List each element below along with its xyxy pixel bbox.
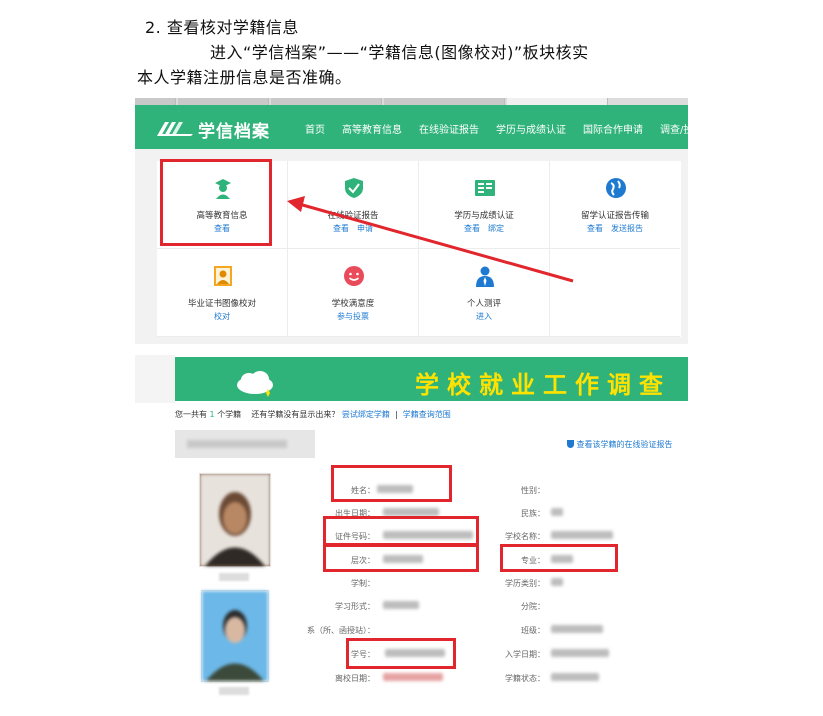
apply-link[interactable]: 申请 [357,224,373,233]
label-class: 班级： [521,626,545,635]
label-enroll-date: 入学日期： [505,650,545,659]
separator: | [395,410,398,419]
query-scope-link[interactable]: 学籍查询范围 [403,410,451,419]
record-count: 1 [209,410,215,419]
highlight-box-major [500,544,618,572]
value-class [551,625,603,633]
value-category [551,578,563,586]
service-name: 学历与成绩认证 [454,211,514,221]
verify-link-text: 查看该学籍的在线验证报告 [576,440,673,449]
service-degree-cert[interactable]: 学历与成绩认证 查看 绑定 [419,161,550,249]
view-verification-report-link[interactable]: 查看该学籍的在线验证报告 [567,439,673,450]
browser-tab [271,98,382,105]
service-personal-assessment[interactable]: 个人测评 进入 [419,249,550,337]
section-heading: 2. 查看核对学籍信息 [145,18,299,37]
browser-tab [178,98,269,105]
value-enroll-date [551,649,609,657]
globe-icon [606,178,626,198]
label-school: 学校名称： [505,532,545,541]
label-duration: 学制： [351,579,375,588]
instruction-line-1: 进入“学信档案”——“学籍信息(图像校对)”板块核实 [210,43,589,62]
service-name: 留学认证报告传输 [580,211,649,221]
label-ethnicity: 民族： [521,509,545,518]
proofread-link[interactable]: 校对 [214,312,230,321]
bind-link[interactable]: 绑定 [488,224,504,233]
label-department: 系（所、函授站）： [307,626,375,635]
missing-record-text: 还有学籍没有显示出来？ [251,410,340,419]
nav-home[interactable]: 首页 [305,121,325,136]
highlight-box-id-number [323,516,479,546]
service-name: 个人测评 [466,299,501,309]
enter-link[interactable]: 进入 [476,312,492,321]
enrollment-photo [199,473,271,567]
highlight-box-level [323,544,479,572]
book-logo-icon [157,122,193,136]
count-prefix: 您一共有 [175,410,207,419]
service-name: 毕业证书图像校对 [187,299,256,309]
label-status: 学籍状态： [505,674,545,683]
nav-higher-edu[interactable]: 高等教育信息 [342,121,402,136]
person-icon [476,266,494,287]
label-branch: 分院： [521,602,545,611]
portal-screenshot: 学信档案 首页 高等教育信息 在线验证报告 学历与成绩认证 国际合作申请 调查/… [135,98,688,344]
view-link[interactable]: 查看 [333,224,349,233]
shield-check-icon [345,178,363,198]
send-report-link[interactable]: 发送报告 [611,224,643,233]
service-overseas-report[interactable]: 留学认证报告传输 查看 发送报告 [550,161,680,249]
vote-link[interactable]: 参与投票 [337,312,369,321]
count-suffix: 个学籍 [217,410,242,419]
graduation-photo [201,590,269,682]
label-leave-date: 离校日期： [335,674,375,683]
banner-title: 学校就业工作调查 [415,371,671,399]
nav-degree-cert[interactable]: 学历与成绩认证 [496,121,566,136]
browser-tab [507,98,608,105]
label-gender: 性别： [521,486,545,495]
main-nav: 首页 高等教育信息 在线验证报告 学历与成绩认证 国际合作申请 调查/投票 [305,121,688,136]
service-name: 在线验证报告 [327,211,379,221]
survey-banner[interactable]: 学校就业工作调查 [175,357,688,401]
bind-record-link[interactable]: 尝试绑定学籍 [342,410,390,419]
view-link[interactable]: 查看 [464,224,480,233]
browser-tab [135,98,176,105]
site-logo-text[interactable]: 学信档案 [198,117,270,142]
record-count-line: 您一共有 1 个学籍 还有学籍没有显示出来？ 尝试绑定学籍 | 学籍查询范围 [175,409,451,420]
value-leave-date [383,673,443,681]
site-top-nav: 学信档案 首页 高等教育信息 在线验证报告 学历与成绩认证 国际合作申请 调查/… [135,105,688,149]
student-record-screenshot: 学校就业工作调查 您一共有 1 个学籍 还有学籍没有显示出来？ 尝试绑定学籍 |… [135,355,688,700]
value-school [551,531,613,539]
id-photo-icon [214,266,232,286]
instruction-line-2: 本人学籍注册信息是否准确。 [137,68,352,87]
highlight-box-higher-edu [160,159,272,246]
service-cert-image-check[interactable]: 毕业证书图像校对 校对 [157,249,288,337]
nav-intl-coop[interactable]: 国际合作申请 [583,121,643,136]
value-study-form [383,601,419,609]
service-name: 学校满意度 [331,299,375,309]
highlight-box-name [331,465,452,502]
highlight-box-student-no [346,638,456,669]
value-status [551,673,599,681]
record-card-header[interactable] [175,430,315,458]
label-category: 学历类别： [505,579,545,588]
smiley-icon [344,266,364,286]
view-link[interactable]: 查看 [587,224,603,233]
label-study-form: 学习形式： [335,602,375,611]
browser-tab [384,98,505,105]
nav-online-report[interactable]: 在线验证报告 [419,121,479,136]
service-school-satisfaction[interactable]: 学校满意度 参与投票 [288,249,419,337]
certificate-icon [475,180,495,196]
cloud-icon [237,371,273,397]
service-online-report[interactable]: 在线验证报告 查看 申请 [288,161,419,249]
value-birth [383,508,439,516]
shield-icon [567,440,574,448]
nav-survey-vote[interactable]: 调查/投票 [660,121,688,136]
value-ethnicity [551,508,563,516]
browser-tab-strip [135,98,688,105]
service-empty-slot [550,249,680,337]
